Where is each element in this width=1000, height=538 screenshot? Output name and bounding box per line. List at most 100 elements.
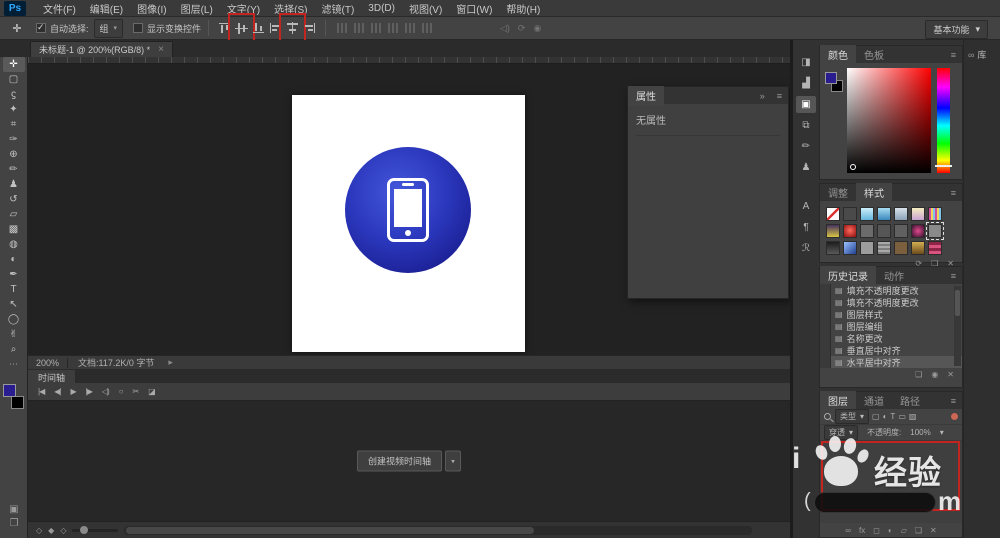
layer-filter-dropdown[interactable]: 类型▾	[835, 409, 869, 424]
tab-actions[interactable]: 动作	[876, 266, 912, 286]
history-item[interactable]: ▤ 填充不透明度更改	[820, 284, 962, 296]
dodge-tool[interactable]: ◐	[3, 252, 25, 267]
filter-type-layers-icon[interactable]: T	[890, 412, 895, 421]
screen-mode-button[interactable]: ❐	[0, 518, 28, 532]
healing-brush-tool[interactable]: ⊕	[3, 147, 25, 162]
link-layers-icon[interactable]: ∞	[845, 526, 851, 535]
delete-layer-icon[interactable]: ✕	[930, 526, 937, 535]
quick-mask-button[interactable]: ▣	[0, 504, 28, 518]
zoom-level-field[interactable]: 200%	[28, 358, 67, 368]
tab-libraries[interactable]: ∞ 库	[964, 48, 1000, 61]
distribute-left-edges-button[interactable]	[385, 21, 400, 35]
distribute-top-edges-button[interactable]	[334, 21, 349, 35]
panel-menu-icon[interactable]: ≡	[945, 50, 962, 60]
menu-item[interactable]: 帮助(H)	[499, 1, 547, 16]
auto-select-dropdown[interactable]: 组▾	[94, 19, 124, 38]
history-source-well[interactable]	[820, 308, 831, 320]
clone-stamp-tool[interactable]: ♟	[3, 177, 25, 192]
menu-item[interactable]: 图像(I)	[130, 1, 173, 16]
filter-adjustment-layers-icon[interactable]: ◐	[883, 412, 888, 421]
align-right-edges-button[interactable]	[302, 21, 317, 35]
menu-item[interactable]: 视图(V)	[402, 1, 449, 16]
filter-smart-objects-icon[interactable]: ▨	[909, 412, 917, 421]
blur-tool[interactable]: ◍	[3, 237, 25, 252]
history-item[interactable]: ▤ 图层样式	[820, 308, 962, 320]
tab-styles[interactable]: 样式	[856, 183, 892, 203]
history-scrollbar[interactable]	[954, 286, 961, 366]
distribute-vertical-centers-button[interactable]	[351, 21, 366, 35]
style-swatch[interactable]	[928, 241, 942, 255]
history-item[interactable]: ▤ 图层编组	[820, 320, 962, 332]
new-layer-icon[interactable]: ❏	[915, 526, 922, 535]
menu-item[interactable]: 滤镜(T)	[315, 1, 362, 16]
auto-select-checkbox[interactable]	[36, 23, 46, 33]
path-selection-tool[interactable]: ↖	[3, 297, 25, 312]
character-panel-icon[interactable]: A	[796, 198, 816, 215]
new-document-from-state-icon[interactable]: ❏	[915, 370, 922, 379]
canvas-area[interactable]: 属性 » ≡ 无属性	[28, 57, 790, 355]
audio-icon[interactable]: ◁)	[500, 23, 510, 34]
panel-menu-icon[interactable]: ≡	[771, 91, 788, 101]
distribute-bottom-edges-button[interactable]	[368, 21, 383, 35]
style-swatch-none[interactable]	[826, 207, 840, 221]
clone-source-panel-icon[interactable]: ⧉	[796, 117, 816, 134]
split-at-playhead-button[interactable]: ✂	[133, 387, 139, 396]
tab-swatches[interactable]: 色板	[856, 45, 892, 65]
rotate-view-icon[interactable]: ⟳	[518, 23, 526, 34]
style-swatch[interactable]	[928, 224, 942, 238]
history-item[interactable]: ▤ 垂直居中对齐	[820, 344, 962, 356]
eraser-tool[interactable]: ▱	[3, 207, 25, 222]
close-tab-icon[interactable]: ×	[158, 44, 164, 55]
background-color-swatch[interactable]	[11, 396, 24, 409]
history-source-well[interactable]	[820, 296, 831, 308]
play-button[interactable]: ▶	[70, 387, 75, 396]
timeline-scrollbar[interactable]	[124, 526, 752, 535]
style-swatch[interactable]	[894, 241, 908, 255]
menu-item[interactable]: 文件(F)	[36, 1, 83, 16]
history-source-well[interactable]	[820, 356, 831, 368]
artboard[interactable]	[292, 95, 525, 352]
style-swatch[interactable]	[860, 207, 874, 221]
hand-tool[interactable]: ✌	[3, 327, 25, 342]
shape-tool[interactable]: ◯	[3, 312, 25, 327]
style-swatch[interactable]	[877, 241, 891, 255]
tab-paths[interactable]: 路径	[892, 391, 928, 411]
style-swatch[interactable]	[860, 241, 874, 255]
menu-item[interactable]: 窗口(W)	[449, 1, 499, 16]
style-swatch[interactable]	[843, 241, 857, 255]
style-swatch[interactable]	[826, 224, 840, 238]
workspace-switcher[interactable]: 基本功能▾	[925, 20, 988, 39]
tab-layers[interactable]: 图层	[820, 391, 856, 411]
style-swatch[interactable]	[826, 241, 840, 255]
history-source-well[interactable]	[820, 332, 831, 344]
history-brush-tool[interactable]: ↺	[3, 192, 25, 207]
style-swatch[interactable]	[928, 207, 942, 221]
go-to-previous-frame-button[interactable]: ◀|	[54, 387, 60, 396]
delete-state-icon[interactable]: ✕	[947, 370, 954, 379]
type-tool[interactable]: T	[3, 282, 25, 297]
glyphs-panel-icon[interactable]: ℛ	[796, 240, 816, 257]
new-snapshot-icon[interactable]: ◉	[931, 370, 938, 379]
layer-effects-icon[interactable]: fx	[859, 526, 865, 535]
layers-list[interactable]	[820, 441, 962, 523]
history-source-well[interactable]	[820, 284, 831, 296]
crop-tool[interactable]: ⌗	[3, 117, 25, 132]
history-item[interactable]: ▤ 水平居中对齐	[820, 356, 962, 368]
style-swatch[interactable]	[894, 207, 908, 221]
color-field[interactable]	[847, 68, 931, 173]
tab-properties[interactable]: 属性	[628, 86, 664, 106]
style-swatch[interactable]	[860, 224, 874, 238]
history-item[interactable]: ▤ 名称更改	[820, 332, 962, 344]
transition-button[interactable]: ◪	[148, 387, 155, 396]
foreground-color-swatch[interactable]	[3, 384, 16, 397]
mute-audio-button[interactable]: ◁)	[102, 387, 109, 396]
collapse-panel-icon[interactable]: »	[754, 91, 771, 101]
tool-presets-panel-icon[interactable]: ♟	[796, 159, 816, 176]
create-video-timeline-button[interactable]: 创建视频时间轴	[357, 451, 442, 472]
show-transform-checkbox[interactable]	[133, 23, 143, 33]
timeline-zoom-in-icon[interactable]: ◇	[60, 526, 66, 535]
quick-selection-tool[interactable]: ✦	[3, 102, 25, 117]
align-vertical-centers-button[interactable]	[234, 21, 249, 35]
style-swatch[interactable]	[911, 207, 925, 221]
document-tab[interactable]: 未标题-1 @ 200%(RGB/8) * ×	[30, 41, 173, 57]
